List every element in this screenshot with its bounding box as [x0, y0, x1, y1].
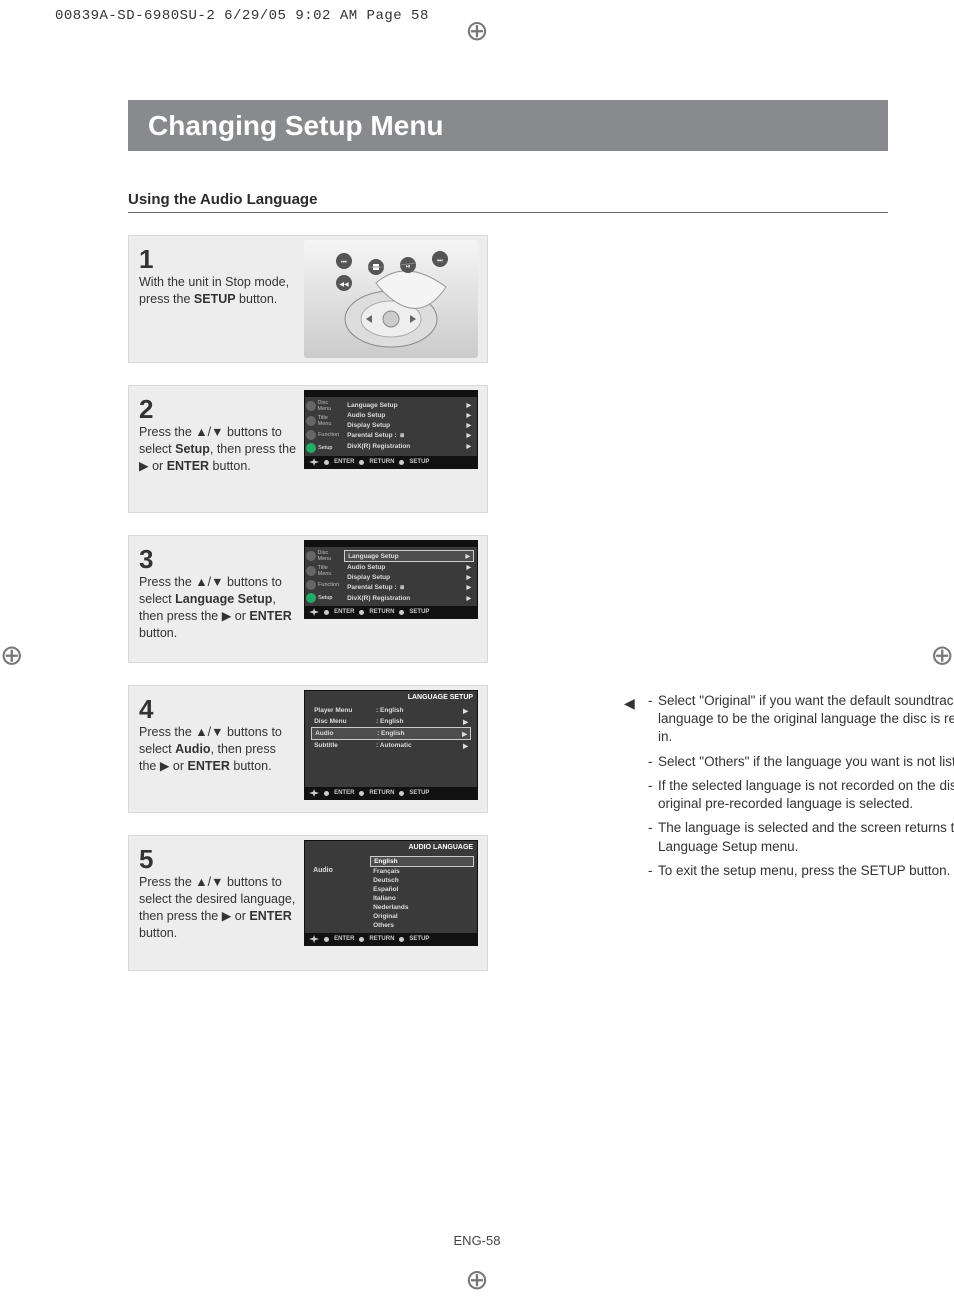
note-item: Select "Others" if the language you want… [658, 753, 954, 771]
step-3: 3 Press the ▲/▼ buttons to select Langua… [128, 535, 488, 663]
crop-mark-right: ⊕ [931, 639, 954, 672]
remote-illustration: ⏮ ⏯ ⏭ ◀◀ [304, 240, 478, 358]
svg-text:⏮: ⏮ [341, 260, 347, 266]
page-title: Changing Setup Menu [128, 100, 888, 151]
step-2: 2 Press the ▲/▼ buttons to select Setup,… [128, 385, 488, 513]
svg-text:◀◀: ◀◀ [339, 282, 349, 288]
back-triangle-icon: ◀ [624, 694, 635, 713]
note-item: If the selected language is not recorded… [658, 777, 954, 813]
note-item: To exit the setup menu, press the SETUP … [658, 862, 954, 880]
osd-audio-language: AUDIO LANGUAGE Audio English Français De… [304, 840, 478, 946]
svg-text:⏭: ⏭ [437, 258, 443, 264]
notes-block: ◀ -Select "Original" if you want the def… [648, 692, 954, 886]
crop-mark-left: ⊕ [0, 639, 23, 672]
osd-setup-menu-hl: Disc Menu Title Menu Function Setup Lang… [304, 540, 478, 619]
page-number: ENG-58 [454, 1233, 501, 1248]
step-5: 5 Press the ▲/▼ buttons to select the de… [128, 835, 488, 971]
section-subtitle: Using the Audio Language [128, 191, 884, 208]
step-text: Press the ▲/▼ buttons to select Language… [139, 575, 292, 640]
step-text: Press the ▲/▼ buttons to select Setup, t… [139, 425, 296, 473]
crop-mark-top: ⊕ [465, 14, 488, 47]
osd-language-setup: LANGUAGE SETUP Player Menu: English▶ Dis… [304, 690, 478, 800]
step-number: 1 [139, 246, 296, 272]
step-text: Press the ▲/▼ buttons to select the desi… [139, 875, 295, 940]
note-item: The language is selected and the screen … [658, 819, 954, 855]
note-item: Select "Original" if you want the defaul… [658, 692, 954, 747]
step-text: With the unit in Stop mode, press the SE… [139, 275, 289, 306]
step-number: 3 [139, 546, 296, 572]
print-header-line: 00839A-SD-6980SU-2 6/29/05 9:02 AM Page … [55, 8, 429, 24]
osd-setup-menu: Disc Menu Title Menu Function Setup Lang… [304, 390, 478, 469]
step-number: 4 [139, 696, 296, 722]
crop-mark-bottom: ⊕ [465, 1263, 488, 1296]
step-1: 1 With the unit in Stop mode, press the … [128, 235, 488, 363]
step-number: 2 [139, 396, 296, 422]
svg-text:⏯: ⏯ [406, 264, 411, 270]
step-number: 5 [139, 846, 296, 872]
step-text: Press the ▲/▼ buttons to select Audio, t… [139, 725, 282, 773]
step-4: 4 Press the ▲/▼ buttons to select Audio,… [128, 685, 488, 813]
divider [128, 212, 888, 213]
